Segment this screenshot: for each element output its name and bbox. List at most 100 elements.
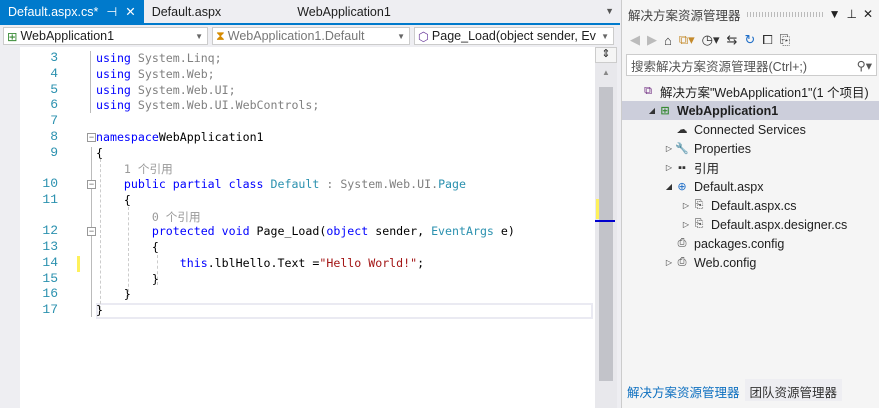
code-token: } (96, 271, 159, 286)
code-line: using System.Web.UI; (96, 83, 236, 97)
search-icon[interactable]: ⚲▾ (857, 58, 872, 73)
tree-item[interactable]: ◢ ⊞ WebApplication1 (622, 101, 879, 120)
collapse-icon[interactable]: − (87, 227, 96, 237)
copy-icon[interactable]: ⎘ (780, 32, 790, 48)
change-mark (596, 199, 599, 219)
code-token: protected void (151, 224, 257, 239)
line-number: 7 (50, 113, 58, 128)
pending-changes-icon[interactable]: ◷▾ (702, 32, 720, 48)
split-icon[interactable]: ⇕ (595, 47, 617, 63)
forward-icon[interactable]: ▶ (647, 32, 657, 48)
code-line: using System.Linq; (96, 51, 222, 65)
scroll-thumb[interactable] (599, 87, 613, 381)
expand-icon[interactable]: ▷ (664, 258, 674, 267)
code-line: { (96, 240, 159, 254)
code-token: System.Web.UI; (130, 82, 236, 97)
line-number: 17 (42, 302, 58, 317)
pin-icon[interactable]: ⊣ (106, 4, 117, 19)
vertical-scrollbar[interactable]: ⇕ ▲ (595, 47, 617, 408)
code-line: this.lblHello.Text ="Hello World!"; (96, 256, 424, 270)
tree-item[interactable]: ▷ ⎘ Default.aspx.designer.cs (622, 215, 879, 234)
tree-item-label: WebApplication1 (677, 103, 779, 118)
code-line: } (96, 287, 131, 301)
close-icon[interactable]: ✕ (125, 4, 135, 19)
expand-icon[interactable]: ◢ (647, 106, 657, 115)
line-number: 13 (42, 239, 58, 254)
tab-overflow-icon[interactable]: ▼ (605, 6, 614, 16)
code-area[interactable]: 3 using System.Linq; 4 using System.Web; 5 us… (20, 47, 595, 408)
web-project-icon: ⊞ (660, 105, 670, 117)
search-input[interactable]: 搜索解决方案资源管理器(Ctrl+;) ⚲▾ (626, 54, 877, 76)
code-token: .lblHello.Text = (207, 255, 320, 270)
code-line: namespaceWebApplication1 (96, 130, 264, 144)
close-icon[interactable]: ✕ (863, 7, 873, 21)
line-number: 9 (50, 144, 58, 160)
line-number: 11 (42, 191, 58, 207)
expand-icon[interactable]: ▷ (664, 144, 674, 153)
home-icon[interactable]: ⌂ (664, 33, 672, 48)
panel-title-bar: 解决方案资源管理器 ▼ ⊥ ✕ (622, 0, 879, 28)
config-file-icon: ⎙ (677, 237, 687, 249)
code-token: public partial class (123, 177, 271, 191)
scroll-up-icon[interactable]: ▲ (595, 63, 617, 83)
tree-item-label: packages.config (694, 236, 785, 251)
class-dropdown[interactable]: ⧗ WebApplication1.Default ▼ (212, 27, 410, 45)
switch-views-icon[interactable]: ⧉▾ (679, 32, 695, 48)
line-number: 8 (50, 128, 58, 144)
expand-icon[interactable]: ▷ (664, 163, 674, 172)
tree-item-label: 引用 (694, 162, 720, 176)
tab-solution-explorer[interactable]: 解决方案资源管理器 (622, 379, 745, 401)
code-token: { (96, 192, 131, 207)
refresh-icon[interactable]: ↻ (744, 32, 755, 48)
line-number: 4 (50, 65, 58, 81)
collapse-icon[interactable]: − (87, 132, 96, 142)
class-icon: ⧗ (216, 28, 225, 43)
tree-item-label: 解决方案"WebApplication1"(1 个项目) (660, 86, 869, 100)
code-line: { (96, 193, 131, 207)
dropdown-icon[interactable]: ▼ (829, 7, 841, 21)
tree-item[interactable]: ▷ ▪▪ 引用 (622, 158, 879, 177)
pin-icon[interactable]: ⊥ (846, 7, 856, 21)
tree-item[interactable]: ⎙ packages.config (622, 234, 879, 253)
tree-item[interactable]: ▷ 🔧 Properties (622, 139, 879, 158)
code-line: 0 个引用 (96, 209, 201, 225)
tab-default-aspx-cs[interactable]: Default.aspx.cs* ⊣ ✕ (0, 0, 144, 23)
collapse-icon[interactable]: − (87, 180, 96, 189)
code-token: e) (493, 224, 515, 239)
sync-icon[interactable]: ⇆ (727, 32, 738, 48)
tab-default-aspx[interactable]: Default.aspx (144, 0, 229, 23)
tab-webapplication1[interactable]: WebApplication1 (289, 0, 399, 23)
member-dropdown[interactable]: ⬡ Page_Load(object sender, Ev ▼ (414, 27, 614, 45)
panel-bottom-tabs: 解决方案资源管理器 团队资源管理器 (622, 379, 879, 401)
current-line-highlight (96, 303, 593, 319)
code-line: using System.Web.UI.WebControls; (96, 98, 319, 112)
expand-icon[interactable]: ◢ (664, 182, 674, 191)
code-line: 1 个引用 (96, 161, 173, 177)
tree-item[interactable]: ☁ Connected Services (622, 120, 879, 139)
tree-item[interactable]: ⧉ 解决方案"WebApplication1"(1 个项目) (622, 82, 879, 101)
code-token: System.Web; (130, 66, 215, 81)
code-token: : System.Web.UI. (319, 177, 439, 191)
tree-item[interactable]: ◢ ⊕ Default.aspx (622, 177, 879, 196)
code-token: "Hello World!" (319, 255, 418, 270)
tree-item[interactable]: ▷ ⎘ Default.aspx.cs (622, 196, 879, 215)
expand-icon[interactable]: ▷ (681, 201, 691, 210)
code-token: using (96, 51, 131, 65)
tab-team-explorer[interactable]: 团队资源管理器 (744, 379, 843, 401)
codelens-references[interactable]: 0 个引用 (96, 210, 201, 224)
code-token: System.Web.UI.WebControls; (130, 98, 320, 113)
project-dropdown[interactable]: ⊞ WebApplication1 ▼ (3, 27, 208, 45)
chevron-down-icon: ▼ (601, 31, 609, 41)
collapse-all-icon[interactable]: ⧠ (762, 32, 772, 48)
line-number: 6 (50, 97, 58, 113)
change-marker (77, 256, 80, 272)
code-line: } (96, 303, 103, 317)
back-icon[interactable]: ◀ (630, 32, 640, 48)
chevron-down-icon: ▼ (397, 31, 405, 41)
tree-item-label: Default.aspx.designer.cs (711, 217, 848, 232)
expand-icon[interactable]: ▷ (681, 220, 691, 229)
tree-item[interactable]: ▷ ⎙ Web.config (622, 253, 879, 272)
code-token: Page (438, 177, 466, 191)
codelens-references[interactable]: 1 个引用 (96, 162, 173, 176)
